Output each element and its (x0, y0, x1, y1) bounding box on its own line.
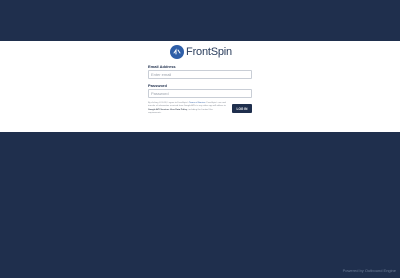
brand-logo: FrontSpin (150, 44, 252, 60)
login-card: FrontSpin Email Address Password By clic… (148, 44, 252, 116)
password-field[interactable] (148, 89, 252, 98)
terms-line-1: By clicking LOG IN, I agree to FrontSpin… (148, 102, 189, 104)
email-label: Email Address (148, 64, 176, 69)
email-field[interactable] (148, 70, 252, 79)
google-policy-link[interactable]: Google API Services User Data Policy (148, 109, 187, 111)
password-label: Password (148, 83, 167, 88)
form-footer-row: By clicking LOG IN, I agree to FrontSpin… (148, 102, 252, 116)
login-panel: FrontSpin Email Address Password By clic… (0, 41, 400, 132)
frontspin-logo-icon (170, 45, 185, 59)
terms-of-service-link[interactable]: Terms of Service (189, 102, 205, 104)
terms-text: By clicking LOG IN, I agree to FrontSpin… (148, 102, 226, 116)
brand-name: FrontSpin (186, 46, 232, 58)
login-button[interactable]: LOG IN (232, 104, 252, 113)
powered-by-footer: Powered by Outbound Engine (342, 268, 396, 273)
